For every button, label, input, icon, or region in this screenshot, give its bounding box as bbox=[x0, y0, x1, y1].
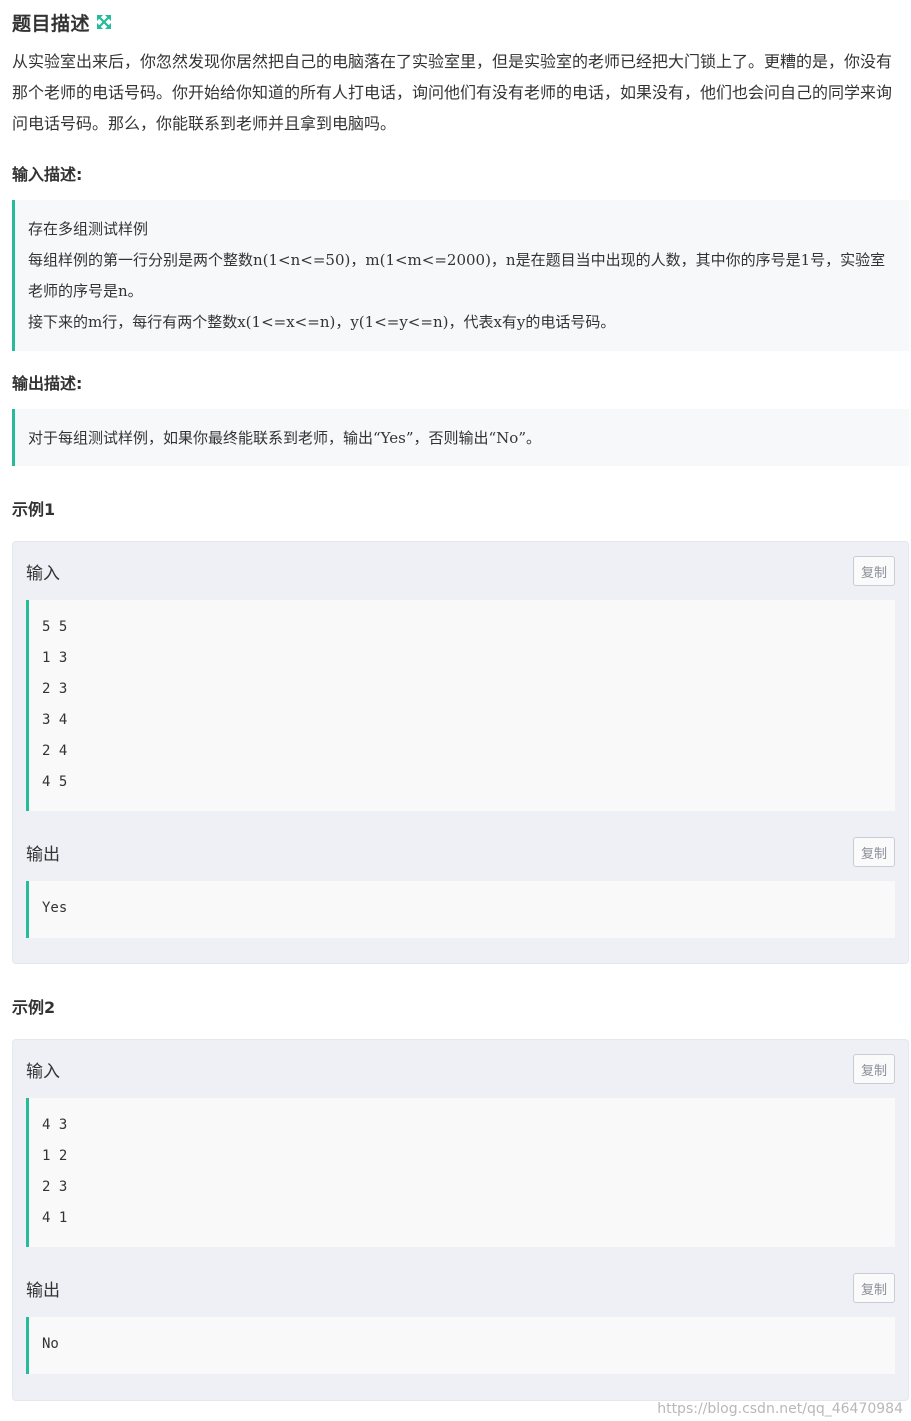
example-2-input-header: 输入 复制 bbox=[26, 1040, 895, 1098]
output-description-heading: 输出描述: bbox=[12, 374, 83, 393]
example-1-input-header: 输入 复制 bbox=[26, 542, 895, 600]
example-2-output-header: 输出 复制 bbox=[26, 1259, 895, 1317]
code-line: 2 3 bbox=[42, 1179, 68, 1195]
example-1-heading: 示例1 bbox=[12, 500, 56, 519]
example-1-input-code[interactable]: 5 5 1 3 2 3 3 4 2 4 4 5 bbox=[26, 600, 895, 811]
code-line: 5 5 bbox=[42, 619, 68, 635]
example-2-output-label: 输出 bbox=[26, 1280, 60, 1301]
code-line: 4 1 bbox=[42, 1210, 68, 1226]
example-1-output-code[interactable]: Yes bbox=[26, 881, 895, 938]
input-description-heading: 输入描述: bbox=[12, 165, 83, 184]
example-2-box: 输入 复制 4 3 1 2 2 3 4 1 输出 复制 No bbox=[12, 1039, 909, 1401]
output-description-block: 对于每组测试样例，如果你最终能联系到老师，输出“Yes”，否则输出“No”。 bbox=[12, 409, 909, 466]
input-description-line: 存在多组测试样例 bbox=[28, 220, 149, 238]
code-line: 1 2 bbox=[42, 1148, 68, 1164]
watermark: https://blog.csdn.net/qq_46470984 bbox=[657, 1401, 903, 1417]
input-description-block: 存在多组测试样例 每组样例的第一行分别是两个整数n(1<n<=50)，m(1<m… bbox=[12, 200, 909, 351]
example-2-heading: 示例2 bbox=[12, 998, 56, 1017]
example-1-input-label: 输入 bbox=[26, 563, 60, 584]
example-1-output-header: 输出 复制 bbox=[26, 823, 895, 881]
title-row: 题目描述 bbox=[12, 8, 112, 36]
example-2-input-copy-button[interactable]: 复制 bbox=[853, 1054, 895, 1084]
example-1-input-copy-button[interactable]: 复制 bbox=[853, 556, 895, 586]
example-2-output-code[interactable]: No bbox=[26, 1317, 895, 1374]
example-2-input-code[interactable]: 4 3 1 2 2 3 4 1 bbox=[26, 1098, 895, 1247]
example-1-output-label: 输出 bbox=[26, 844, 60, 865]
code-line: No bbox=[42, 1336, 59, 1352]
example-2-output-copy-button[interactable]: 复制 bbox=[853, 1273, 895, 1303]
code-line: 3 4 bbox=[42, 712, 68, 728]
code-line: 4 5 bbox=[42, 774, 68, 790]
code-line: 2 3 bbox=[42, 681, 68, 697]
code-line: Yes bbox=[42, 900, 68, 916]
expand-arrows-icon[interactable] bbox=[96, 14, 112, 30]
code-line: 1 3 bbox=[42, 650, 68, 666]
example-2-input-label: 输入 bbox=[26, 1061, 60, 1082]
example-1-output-copy-button[interactable]: 复制 bbox=[853, 837, 895, 867]
output-description-line: 对于每组测试样例，如果你最终能联系到老师，输出“Yes”，否则输出“No”。 bbox=[28, 429, 542, 447]
code-line: 2 4 bbox=[42, 743, 68, 759]
input-description-line: 接下来的m行，每行有两个整数x(1<=x<=n)，y(1<=y<=n)，代表x有… bbox=[28, 313, 616, 331]
example-1-box: 输入 复制 5 5 1 3 2 3 3 4 2 4 4 5 输出 复制 Yes bbox=[12, 541, 909, 964]
code-line: 4 3 bbox=[42, 1117, 68, 1133]
page-title: 题目描述 bbox=[12, 12, 91, 35]
input-description-line: 每组样例的第一行分别是两个整数n(1<n<=50)，m(1<m<=2000)，n… bbox=[28, 251, 886, 300]
problem-description: 从实验室出来后，你忽然发现你居然把自己的电脑落在了实验室里，但是实验室的老师已经… bbox=[12, 52, 893, 133]
